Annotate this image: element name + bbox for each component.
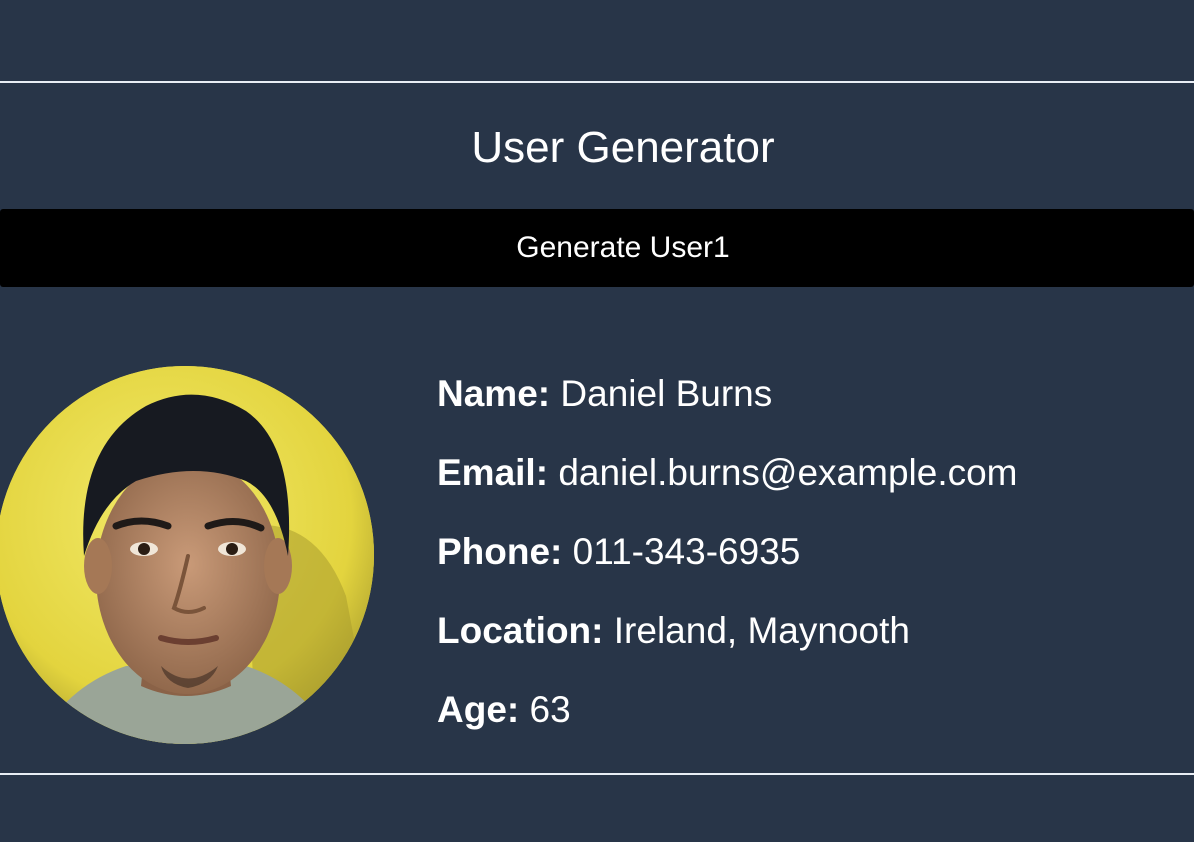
user-info: Name: Daniel Burns Email: daniel.burns@e…: [437, 364, 1177, 759]
phone-row: Phone: 011-343-6935: [437, 522, 1177, 601]
age-value: 63: [529, 689, 571, 730]
age-label: Age:: [437, 689, 530, 730]
name-row: Name: Daniel Burns: [437, 364, 1177, 443]
location-label: Location:: [437, 610, 614, 651]
email-value: daniel.burns@example.com: [558, 452, 1018, 493]
location-value: Ireland, Maynooth: [613, 610, 910, 651]
generate-user-button[interactable]: Generate User1: [0, 209, 1194, 287]
name-label: Name:: [437, 373, 561, 414]
top-divider: [0, 81, 1194, 83]
bottom-divider: [0, 773, 1194, 775]
name-value: Daniel Burns: [560, 373, 773, 414]
email-label: Email:: [437, 452, 559, 493]
avatar: [0, 366, 374, 744]
location-row: Location: Ireland, Maynooth: [437, 601, 1177, 680]
phone-label: Phone:: [437, 531, 573, 572]
page-title: User Generator: [471, 123, 775, 172]
phone-value: 011-343-6935: [572, 531, 801, 572]
user-photo: [0, 366, 374, 744]
age-row: Age: 63: [437, 680, 1177, 759]
email-row: Email: daniel.burns@example.com: [437, 443, 1177, 522]
